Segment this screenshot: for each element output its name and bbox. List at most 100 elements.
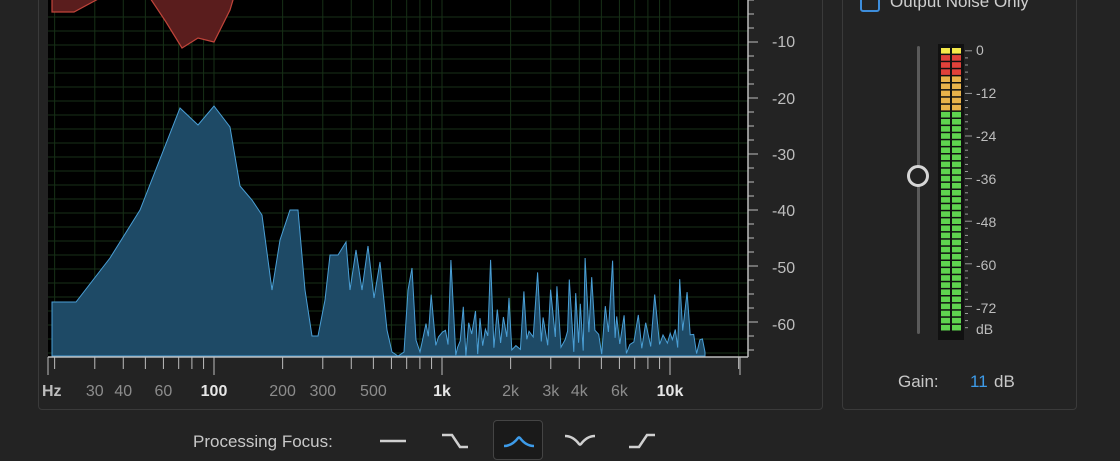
meter-segment-right	[952, 246, 961, 253]
gain-value[interactable]: 11	[970, 372, 988, 392]
meter-segment-right	[952, 182, 961, 189]
meter-segment-left	[941, 111, 950, 118]
meter-segment-left	[941, 168, 950, 175]
high-focus-curve-icon	[629, 433, 655, 449]
meter-segment-left	[941, 133, 950, 139]
frequency-tick-label: 2k	[502, 383, 520, 400]
meter-segment-right	[952, 133, 961, 139]
focus-all-frequencies-button[interactable]	[368, 420, 418, 460]
meter-scale-label: -48	[976, 214, 997, 230]
meter-segment-left	[941, 83, 950, 90]
meter-segment-left	[941, 104, 950, 111]
frequency-tick-label: 300	[309, 383, 337, 400]
meter-segment-left	[941, 296, 950, 303]
gain-slider-thumb[interactable]	[907, 165, 929, 187]
meter-segment-right	[952, 175, 961, 182]
focus-low-frequencies-button[interactable]	[430, 420, 480, 460]
meter-unit-label: dB	[976, 321, 994, 337]
db-tick-label: -40	[772, 203, 796, 220]
frequency-unit-label: Hz	[42, 383, 62, 400]
meter-segment-right	[952, 282, 961, 288]
meter-segment-right	[952, 147, 961, 153]
db-tick-label: -10	[772, 34, 796, 51]
meter-segment-left	[941, 282, 950, 288]
meter-segment-right	[952, 261, 961, 267]
meter-segment-left	[941, 211, 950, 217]
meter-segment-right	[952, 324, 961, 331]
meter-segment-right	[952, 239, 961, 246]
frequency-tick-label: 10k	[656, 383, 684, 400]
meter-segment-right	[952, 55, 961, 61]
focus-high-low-frequencies-button[interactable]	[555, 420, 605, 460]
meter-segment-right	[952, 197, 961, 203]
meter-segment-right	[952, 48, 961, 54]
focus-high-frequencies-button[interactable]	[617, 420, 667, 460]
db-tick-label: -20	[772, 91, 796, 108]
meter-segment-left	[941, 218, 950, 224]
meter-segment-right	[952, 90, 961, 97]
meter-segment-left	[941, 140, 950, 146]
meter-segment-right	[952, 275, 961, 281]
meter-segment-left	[941, 317, 950, 324]
focus-mid-frequencies-button[interactable]	[493, 420, 543, 460]
level-meter	[938, 44, 972, 340]
meter-segment-left	[941, 310, 950, 317]
meter-segment-left	[941, 62, 950, 68]
meter-segment-left	[941, 253, 950, 260]
meter-segment-right	[952, 76, 961, 82]
meter-segment-left	[941, 239, 950, 246]
meter-segment-left	[941, 119, 950, 125]
meter-segment-right	[952, 225, 961, 232]
db-tick-label: -50	[772, 260, 796, 277]
meter-segment-right	[952, 211, 961, 217]
meter-scale-label: -60	[976, 257, 997, 273]
meter-scale-label: -36	[976, 171, 997, 187]
meter-segment-right	[952, 97, 961, 104]
mid-focus-curve-icon	[503, 436, 535, 448]
output-noise-only-label: Output Noise Only	[890, 0, 1029, 11]
meter-segment-right	[952, 253, 961, 260]
meter-segment-right	[952, 317, 961, 324]
meter-segment-right	[952, 111, 961, 118]
frequency-tick-label: 40	[114, 383, 133, 400]
meter-scale-label: -12	[976, 85, 997, 101]
meter-segment-left	[941, 182, 950, 189]
meter-segment-left	[941, 126, 950, 132]
low-focus-curve-icon	[442, 433, 468, 449]
meter-segment-left	[941, 303, 950, 310]
meter-segment-left	[941, 324, 950, 331]
output-noise-only-checkbox[interactable]	[860, 0, 880, 12]
frequency-tick-label: 200	[269, 383, 296, 400]
meter-segment-left	[941, 190, 950, 196]
meter-segment-left	[941, 90, 950, 97]
meter-segment-right	[952, 119, 961, 125]
meter-segment-right	[952, 126, 961, 132]
db-tick-label: -60	[772, 317, 796, 334]
meter-segment-right	[952, 204, 961, 210]
meter-segment-right	[952, 104, 961, 111]
frequency-tick-label: 500	[360, 383, 387, 400]
notch-curve-icon	[564, 434, 596, 446]
meter-scale-label: -72	[976, 300, 997, 316]
meter-segment-left	[941, 197, 950, 203]
meter-segment-left	[941, 261, 950, 267]
frequency-tick-label: 3k	[542, 383, 560, 400]
meter-segment-right	[952, 218, 961, 224]
meter-segment-right	[952, 154, 961, 161]
meter-segment-right	[952, 161, 961, 168]
meter-segment-right	[952, 289, 961, 295]
gain-label: Gain:	[898, 372, 939, 391]
meter-segment-left	[941, 97, 950, 104]
meter-segment-left	[941, 147, 950, 153]
meter-segment-right	[952, 303, 961, 310]
meter-segment-left	[941, 154, 950, 161]
meter-segment-left	[941, 48, 950, 54]
meter-segment-left	[941, 225, 950, 232]
db-tick-label: -30	[772, 147, 796, 164]
gain-slider-track[interactable]	[917, 46, 920, 334]
meter-segment-right	[952, 168, 961, 175]
meter-segment-right	[952, 296, 961, 303]
meter-segment-left	[941, 175, 950, 182]
meter-segment-left	[941, 246, 950, 253]
frequency-tick-label: 60	[154, 383, 173, 400]
